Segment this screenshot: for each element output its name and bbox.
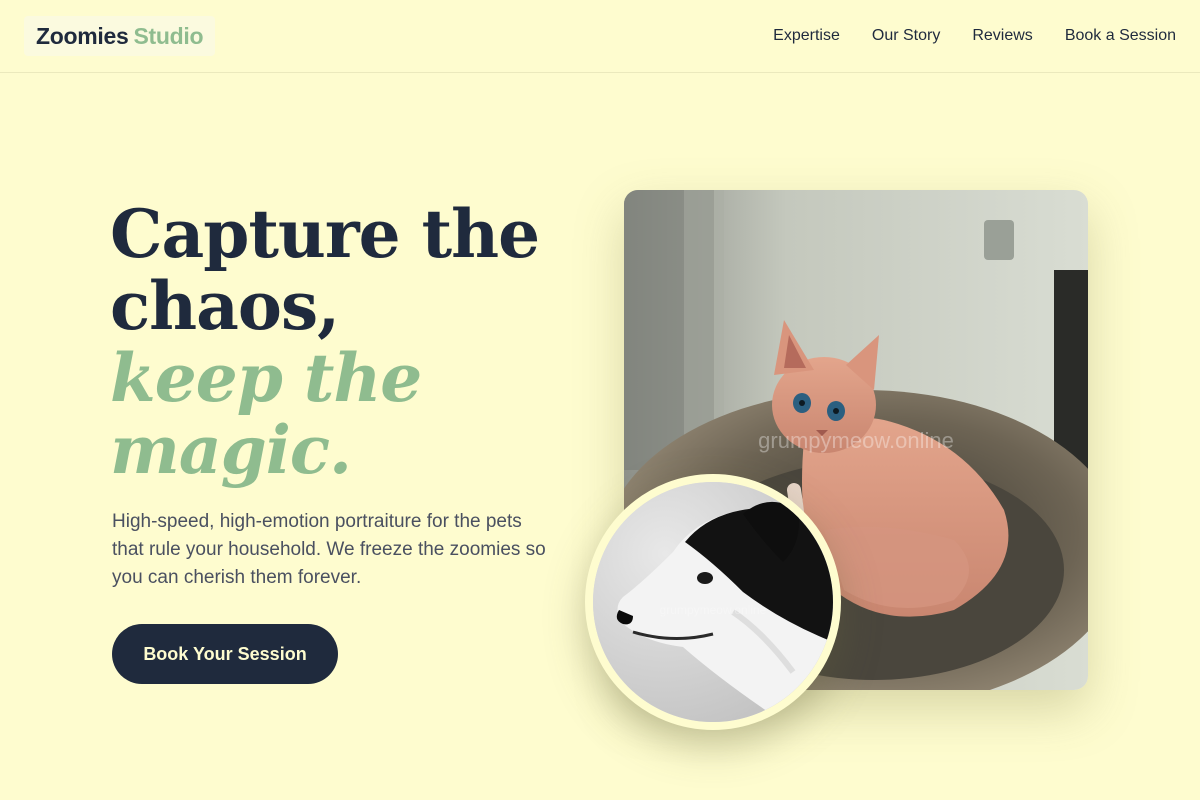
book-session-button[interactable]: Book Your Session (112, 624, 338, 684)
logo[interactable]: Zoomies Studio (24, 16, 216, 56)
nav-link-reviews[interactable]: Reviews (972, 27, 1032, 45)
site-header: Zoomies Studio Expertise Our Story Revie… (0, 0, 1200, 73)
watermark-text: grumpymeow.online (758, 428, 954, 453)
dog-portrait-photo: grumpymeow.online (585, 474, 841, 730)
hero-description: High-speed, high-emotion portraiture for… (112, 511, 546, 588)
nav-link-expertise[interactable]: Expertise (773, 27, 840, 45)
hero-title-line-1: Capture the (110, 195, 540, 273)
logo-accent: Studio (133, 22, 204, 49)
main-nav: Expertise Our Story Reviews Book a Sessi… (773, 24, 1176, 48)
hero-title-accent-line-1: keep the (110, 339, 422, 417)
hero-title-line-2: chaos, (110, 267, 340, 345)
nav-link-book-session[interactable]: Book a Session (1065, 27, 1176, 45)
watermark-text-small: grumpymeow.online (660, 603, 767, 617)
hero-title-accent-line-2: magic. (110, 411, 352, 489)
logo-brand: Zoomies (36, 22, 129, 49)
nav-link-our-story[interactable]: Our Story (872, 27, 940, 45)
hero-title: Capture the chaos, keep the magic. (110, 198, 570, 486)
